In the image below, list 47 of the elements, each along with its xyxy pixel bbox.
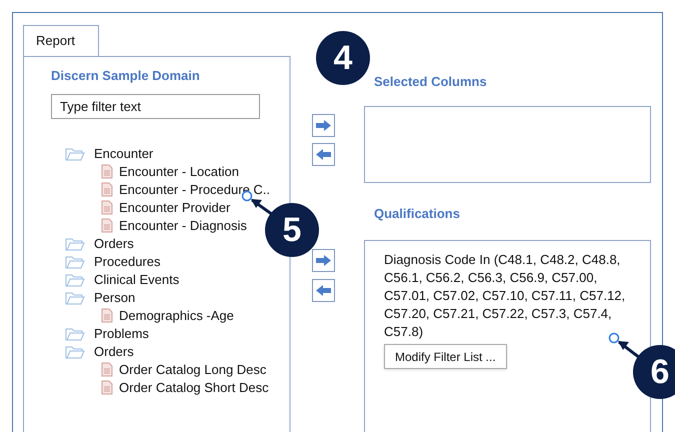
filter-field[interactable]: Type filter text: [51, 94, 260, 118]
right-arrow-icon: [315, 119, 332, 132]
filter-text: Diagnosis Code In (C48.1, C48.2, C48.8, C56.1, C56.2, C56.3, C56.9, C57.00, C57.01, C57.02, C57.10, C57.11, C57.12, C57.20, C57.21, C57.22, C57.3, C57.4, C57.8): [384, 251, 626, 341]
tree-item[interactable]: Encounter - Diagnosis: [119, 216, 247, 236]
tree-item[interactable]: Encounter - Location: [119, 162, 239, 182]
document-icon: [101, 308, 113, 323]
callout-badge: 4: [316, 31, 370, 85]
section-title: Qualifications: [374, 204, 460, 222]
tree-item[interactable]: Order Catalog Long Desc: [119, 360, 266, 380]
panel-title: Discern Sample Domain: [51, 67, 200, 85]
callout-badge: 5: [265, 203, 319, 257]
right-arrow-icon: [315, 254, 332, 267]
section-title: Selected Columns: [374, 73, 487, 91]
remove-button[interactable]: [312, 279, 335, 302]
folder-icon: [65, 326, 85, 340]
document-icon: [101, 200, 113, 215]
folder-icon: [65, 344, 85, 358]
tree-item[interactable]: Demographics -Age: [119, 306, 234, 326]
tree-item[interactable]: Orders: [94, 234, 134, 254]
document-icon: [101, 218, 113, 233]
remove-button[interactable]: [312, 143, 335, 166]
document-icon: [101, 182, 113, 197]
tree-item[interactable]: Order Catalog Short Desc: [119, 378, 269, 398]
pointer-arrow: [608, 332, 641, 360]
folder-icon: [65, 254, 85, 268]
tree-item[interactable]: Encounter: [94, 144, 154, 164]
folder-icon: [65, 236, 85, 250]
add-button[interactable]: [312, 249, 335, 272]
modify-filter-button[interactable]: Modify Filter List ...: [384, 344, 507, 369]
folder-icon: [65, 272, 85, 286]
tree-item[interactable]: Encounter - Procedure C..: [119, 180, 270, 200]
callout-badge: 6: [633, 345, 675, 399]
document-icon: [101, 362, 113, 377]
report-tab[interactable]: Report: [23, 25, 99, 56]
add-button[interactable]: [312, 114, 335, 137]
tree-item[interactable]: Problems: [94, 324, 149, 344]
folder-icon: [65, 290, 85, 304]
tree-item[interactable]: Encounter Provider: [119, 198, 230, 218]
left-arrow-icon: [315, 148, 332, 161]
tree-item[interactable]: Clinical Events: [94, 270, 180, 290]
tree-item[interactable]: Person: [94, 288, 136, 308]
document-icon: [101, 164, 113, 179]
left-arrow-icon: [315, 284, 332, 297]
tree-item[interactable]: Orders: [94, 342, 134, 362]
document-icon: [101, 380, 113, 395]
tree-item[interactable]: Procedures: [94, 252, 160, 272]
folder-icon: [65, 146, 85, 160]
